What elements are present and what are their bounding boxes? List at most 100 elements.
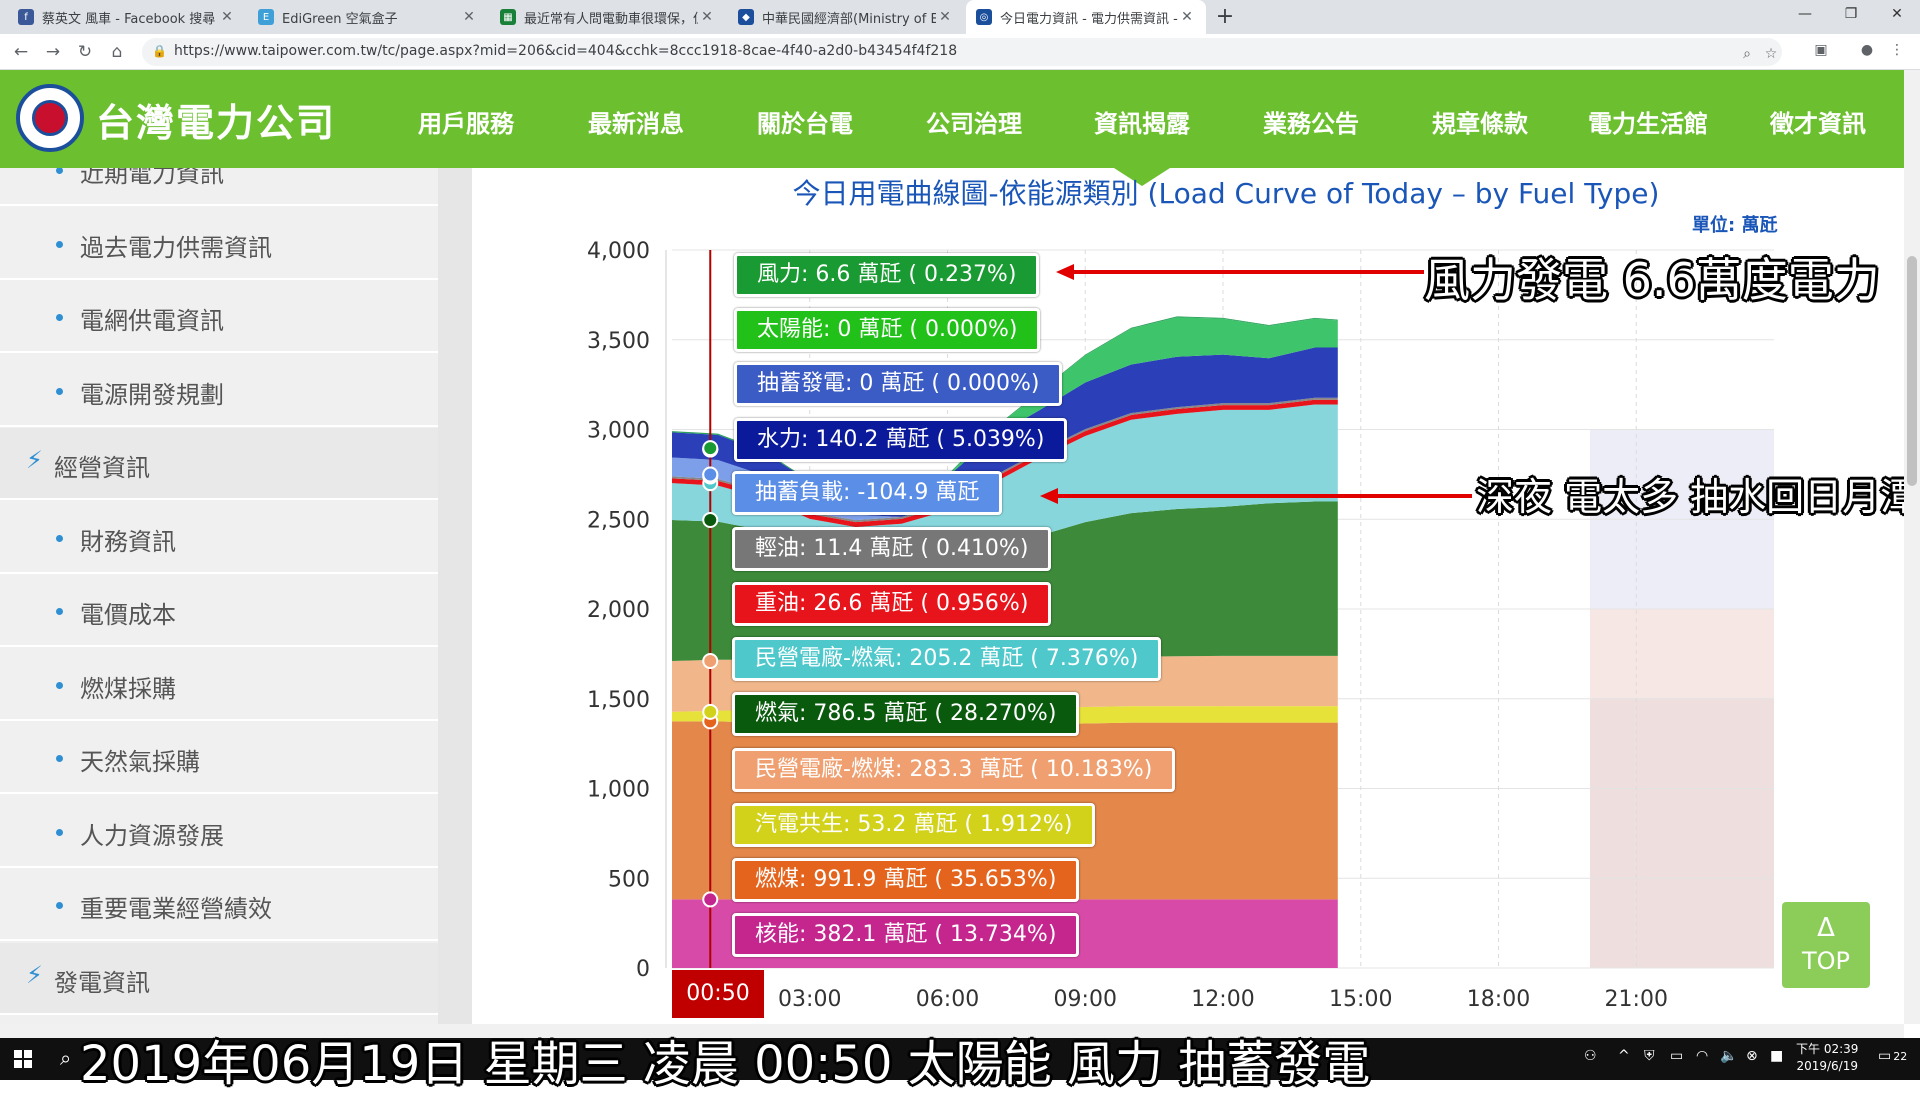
- sidebar-item[interactable]: ⚡ 經營資訊: [0, 428, 438, 500]
- sidebar-item[interactable]: 財務資訊: [0, 502, 438, 574]
- sidebar-item[interactable]: 近期電力資訊: [0, 168, 438, 206]
- nav-item[interactable]: 資訊揭露: [1094, 104, 1190, 139]
- sidebar-item[interactable]: 電源開發規劃: [0, 355, 438, 427]
- sidebar-item[interactable]: 人力資源發展: [0, 796, 438, 868]
- close-tab-icon[interactable]: ✕: [1178, 9, 1196, 25]
- y-tick-label: 2,000: [587, 598, 650, 623]
- tab-title: EdiGreen 空氣盒子: [282, 11, 398, 27]
- nav-item[interactable]: 公司治理: [926, 104, 1022, 139]
- nav-item[interactable]: 規章條款: [1432, 104, 1528, 139]
- browser-tab[interactable]: E EdiGreen 空氣盒子 ✕: [248, 0, 488, 34]
- tab-title: 蔡英文 風車 - Facebook 搜尋: [42, 11, 216, 27]
- close-tab-icon[interactable]: ✕: [936, 9, 954, 25]
- bookmark-star-icon[interactable]: ☆: [1760, 43, 1782, 65]
- edigreen-icon: E: [258, 9, 274, 25]
- new-tab-button[interactable]: +: [1212, 4, 1238, 30]
- y-tick-label: 2,500: [587, 508, 650, 533]
- close-tab-icon[interactable]: ✕: [218, 9, 236, 25]
- tray-chevron-icon[interactable]: ^: [1618, 1048, 1630, 1064]
- y-tick-label: 3,000: [587, 419, 650, 444]
- sidebar-item-label: 重要電業經營績效: [80, 895, 272, 923]
- taipower-logo[interactable]: [16, 84, 84, 152]
- bullet-icon: [56, 240, 63, 248]
- nav-item[interactable]: 電力生活館: [1588, 104, 1708, 139]
- address-bar[interactable]: 🔒 https://www.taipower.com.tw/tc/page.as…: [142, 38, 1782, 66]
- nav-item[interactable]: 業務公告: [1263, 104, 1359, 139]
- taskbar-search-icon[interactable]: ⌕: [60, 1046, 71, 1070]
- bullet-icon: [56, 902, 63, 909]
- nav-item[interactable]: 關於台電: [757, 104, 853, 139]
- ime-icon[interactable]: ⊗: [1746, 1048, 1758, 1064]
- security-icon[interactable]: ⛨: [1644, 1048, 1655, 1064]
- sidebar-item[interactable]: ⚡ 發電資訊: [0, 942, 438, 1015]
- sidebar-item[interactable]: 天然氣採購: [0, 722, 438, 794]
- chart-band: [1590, 698, 1774, 968]
- notification-icon[interactable]: ▭ 22: [1878, 1048, 1907, 1064]
- taskbar-clock[interactable]: 下午 02:39 2019/6/19: [1796, 1041, 1858, 1075]
- y-tick-label: 500: [608, 867, 650, 892]
- chart-title: 今日用電曲線圖-依能源類別 (Load Curve of Today – by …: [792, 177, 1660, 210]
- vertical-scrollbar[interactable]: [1904, 70, 1920, 1024]
- bullet-icon: [56, 828, 63, 836]
- scrollbar-thumb[interactable]: [1907, 256, 1917, 486]
- sidebar-item-label: 發電資訊: [54, 968, 150, 997]
- nav-item[interactable]: 用戶服務: [418, 104, 514, 139]
- lightning-icon: ⚡: [26, 446, 43, 474]
- browser-tab[interactable]: f 蔡英文 風車 - Facebook 搜尋 ✕: [8, 0, 246, 34]
- browser-tab[interactable]: ◎ 今日電力資訊 - 電力供需資訊 - 台 ✕: [966, 0, 1206, 34]
- tab-title: 中華民國經濟部(Ministry of Eco: [762, 11, 936, 27]
- browser-tab[interactable]: ▦ 最近常有人問電動車很環保，但 ✕: [490, 0, 726, 34]
- volume-icon[interactable]: 🔈: [1720, 1048, 1737, 1064]
- sidebar-item[interactable]: 燃煤採購: [0, 649, 438, 721]
- bullet-icon: [56, 314, 63, 321]
- sidebar-item[interactable]: 重要電業經營績效: [0, 869, 438, 941]
- nav-item[interactable]: 最新消息: [588, 104, 684, 139]
- sidebar: 近期電力資訊過去電力供需資訊 電網供電資訊 電源開發規劃 ⚡ 經營資訊 財務資訊電價成本燃…: [0, 168, 438, 1024]
- sidebar-item[interactable]: 電價成本: [0, 575, 438, 647]
- close-tab-icon[interactable]: ✕: [698, 9, 716, 25]
- sidebar-item[interactable]: 電網供電資訊: [0, 281, 438, 353]
- clock-time: 下午 02:39: [1796, 1042, 1859, 1056]
- tooltip-entry: 水力: 140.2 萬瓩 ( 5.039%): [734, 418, 1068, 462]
- sidebar-item-label: 電價成本: [80, 601, 176, 629]
- y-tick-label: 3,500: [587, 329, 650, 354]
- content-gutter: [438, 168, 472, 1024]
- battery-icon[interactable]: ▭: [1670, 1048, 1683, 1064]
- site-logo-text[interactable]: 台灣電力公司: [96, 92, 336, 147]
- bullet-icon: [56, 534, 63, 542]
- back-icon[interactable]: ←: [8, 39, 34, 65]
- sidebar-item-label: 電源開發規劃: [80, 380, 224, 409]
- close-tab-icon[interactable]: ✕: [460, 9, 478, 25]
- bullet-icon: [56, 681, 63, 689]
- restore-button[interactable]: ❐: [1828, 0, 1874, 30]
- zoom-icon[interactable]: ⌕: [1736, 43, 1758, 65]
- windows-start-icon[interactable]: [14, 1050, 32, 1068]
- reload-icon[interactable]: ↻: [72, 39, 98, 65]
- browser-tab[interactable]: ◆ 中華民國經濟部(Ministry of Eco ✕: [728, 0, 964, 34]
- x-tick-label: 18:00: [1467, 987, 1530, 1012]
- minimize-button[interactable]: —: [1782, 0, 1828, 30]
- language-icon[interactable]: ■: [1770, 1048, 1783, 1064]
- nav-item[interactable]: 徵才資訊: [1770, 104, 1866, 139]
- forward-icon[interactable]: →: [40, 39, 66, 65]
- sidebar-item-label: 電網供電資訊: [80, 307, 224, 335]
- tooltip-entry: 燃氣: 786.5 萬瓩 ( 28.270%): [732, 692, 1080, 736]
- site-header: 台灣電力公司 用戶服務 最新消息 關於台電 公司治理 資訊揭露 業務公告 規章條款 電力生活館…: [0, 70, 1904, 168]
- back-to-top-button[interactable]: Δ TOP: [1782, 902, 1870, 988]
- sidebar-item[interactable]: 過去電力供需資訊: [0, 208, 438, 280]
- tab-title: 今日電力資訊 - 電力供需資訊 - 台: [1000, 11, 1178, 27]
- home-icon[interactable]: ⌂: [104, 39, 130, 65]
- tooltip-entry: 抽蓄負載: -104.9 萬瓩: [732, 471, 1003, 515]
- browser-menu-icon[interactable]: ⋮: [1886, 39, 1908, 61]
- people-icon[interactable]: ⚇: [1584, 1048, 1597, 1064]
- x-tick-label: 12:00: [1191, 987, 1254, 1012]
- sidebar-item-label: 過去電力供需資訊: [80, 233, 272, 262]
- logo-emblem-icon: [32, 100, 68, 136]
- wifi-icon[interactable]: ◠: [1696, 1048, 1708, 1064]
- tooltip-entry: 核能: 382.1 萬瓩 ( 13.734%): [732, 913, 1080, 957]
- notification-count: 22: [1893, 1050, 1908, 1063]
- tab-title: 最近常有人問電動車很環保，但: [524, 11, 698, 27]
- profile-avatar-icon[interactable]: ●: [1856, 39, 1878, 61]
- extension-icon[interactable]: ▣: [1810, 39, 1832, 61]
- close-window-button[interactable]: ✕: [1874, 0, 1920, 30]
